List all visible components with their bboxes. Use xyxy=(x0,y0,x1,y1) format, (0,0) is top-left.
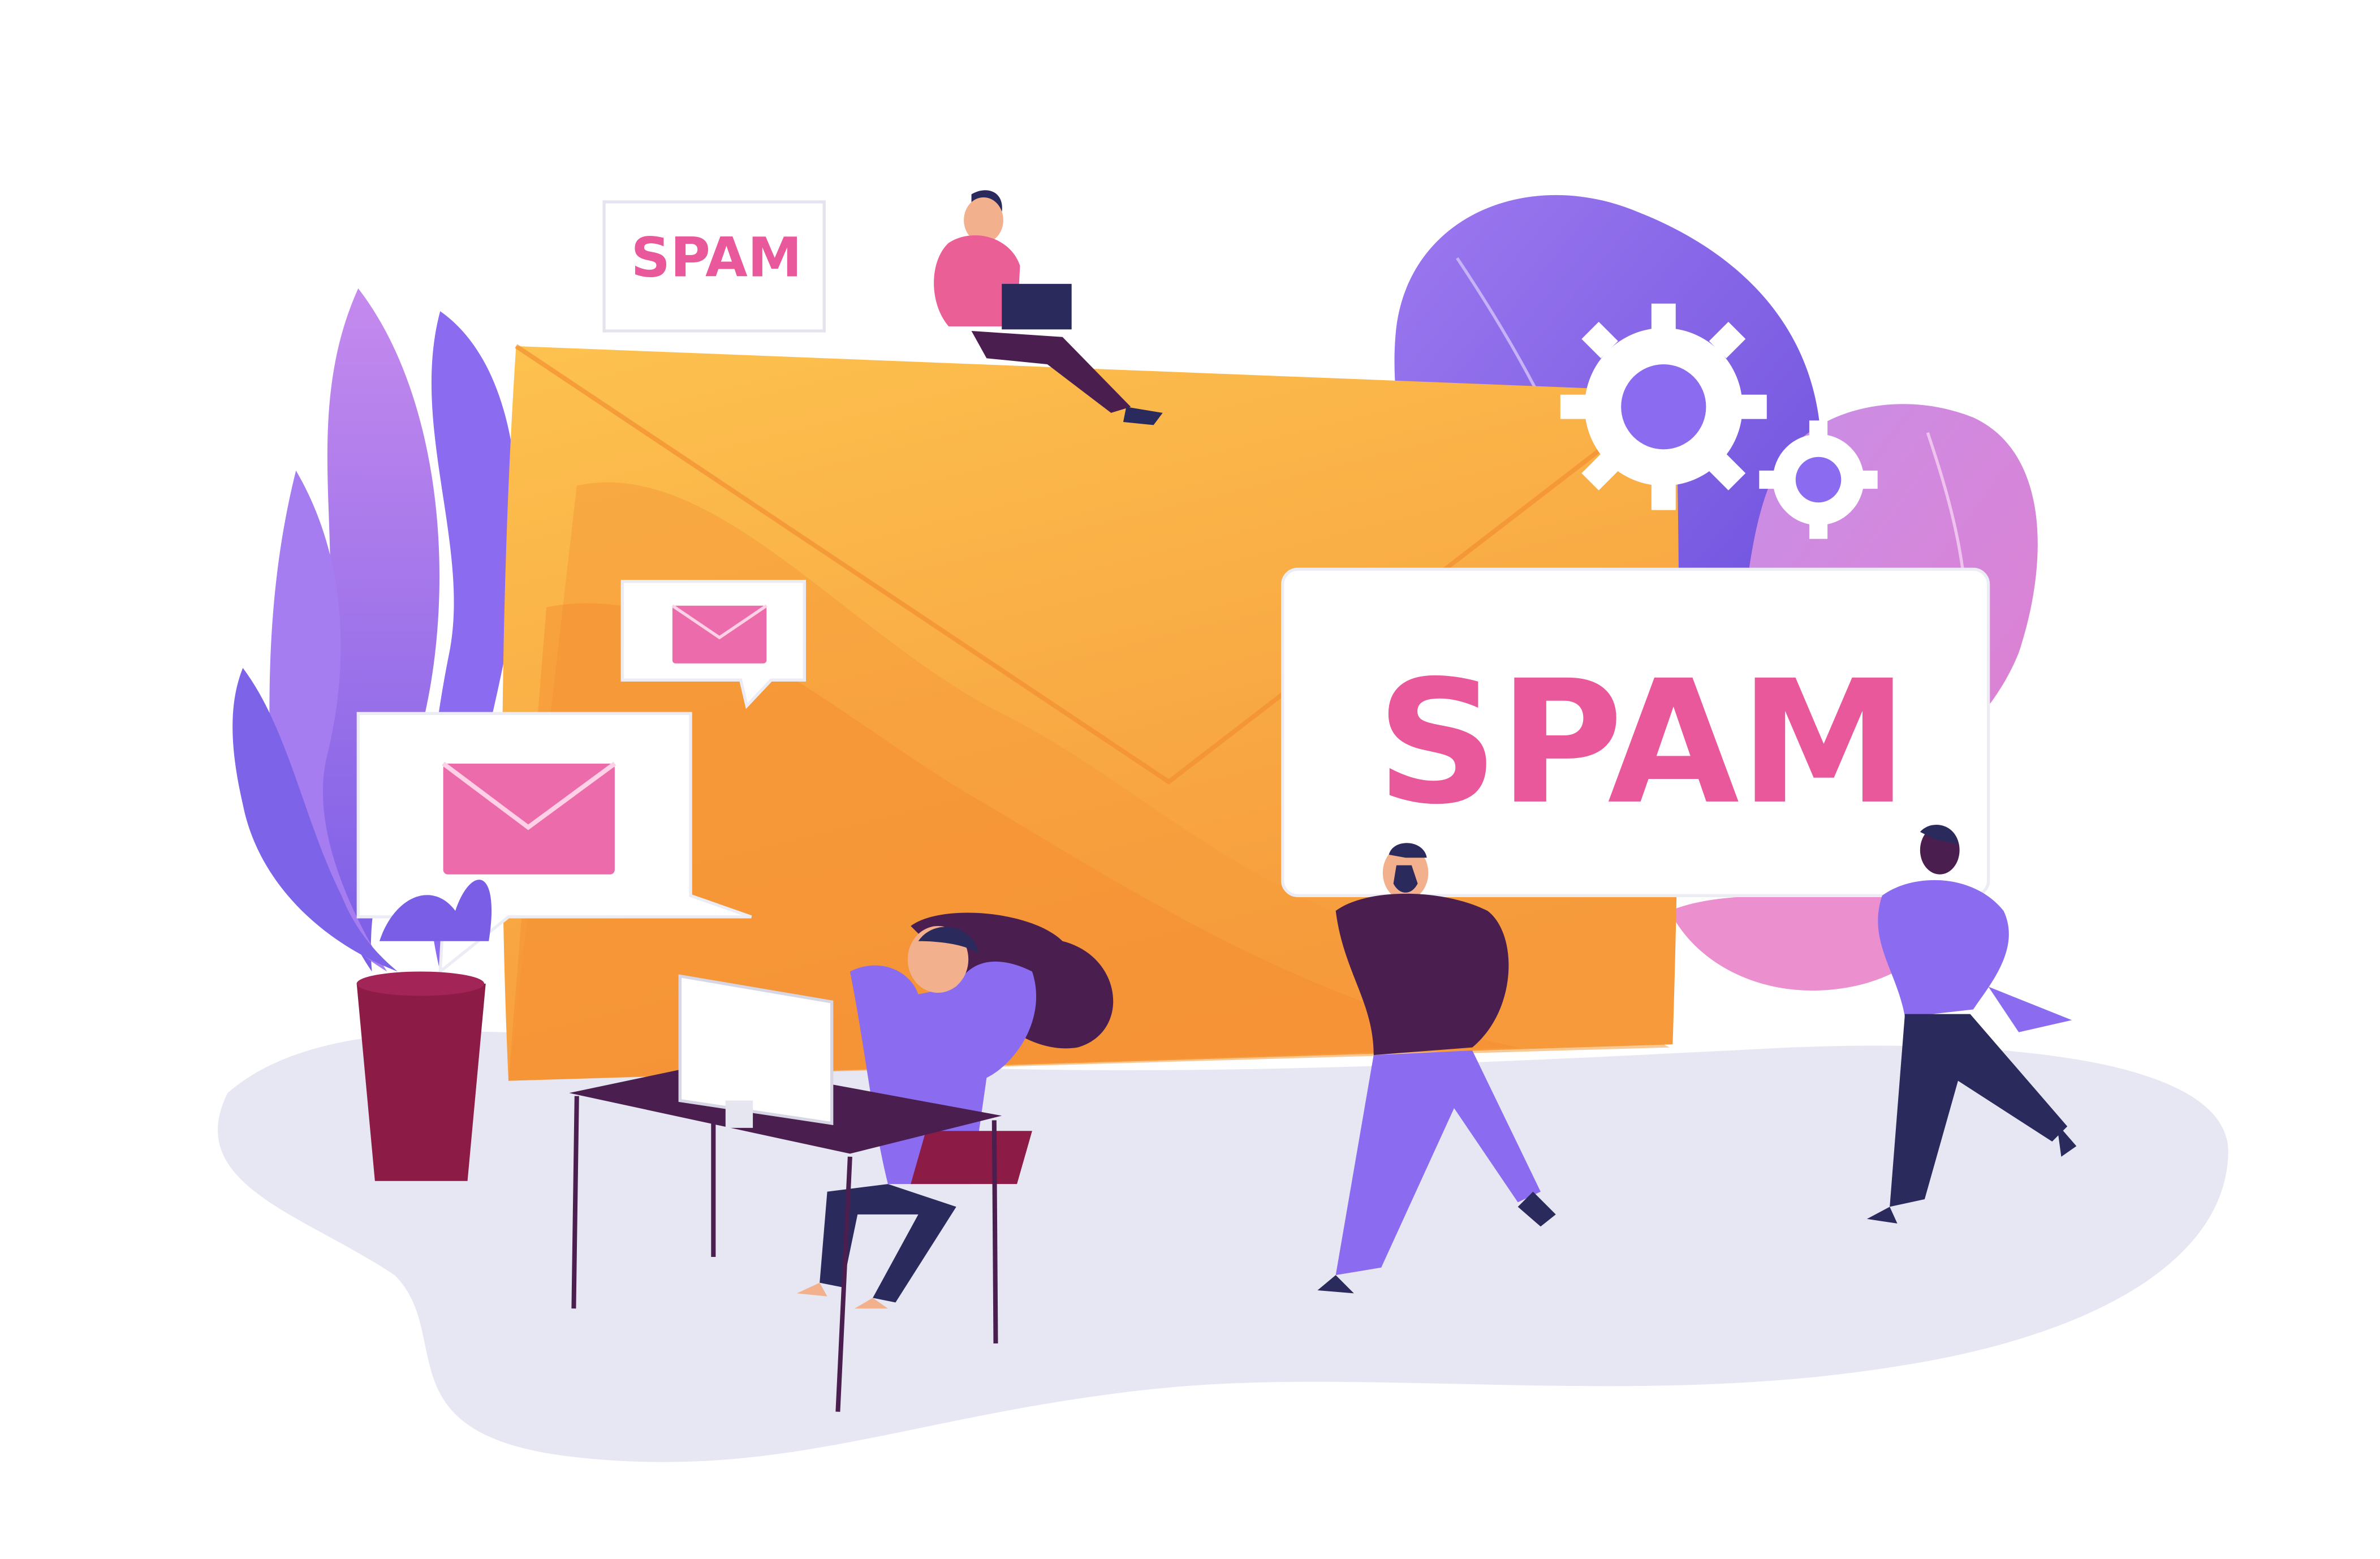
small-spam-sign: SPAM xyxy=(602,200,826,333)
large-spam-label: SPAM xyxy=(1376,644,1908,842)
small-spam-label: SPAM xyxy=(631,225,802,289)
spam-illustration: SPAM SPAM xyxy=(218,190,2228,1462)
envelope-icon xyxy=(442,761,616,875)
large-spam-sign: SPAM xyxy=(1281,567,1990,897)
plant-pot xyxy=(356,880,492,1181)
gear-icon xyxy=(1560,303,1767,510)
envelope-icon xyxy=(671,604,768,664)
